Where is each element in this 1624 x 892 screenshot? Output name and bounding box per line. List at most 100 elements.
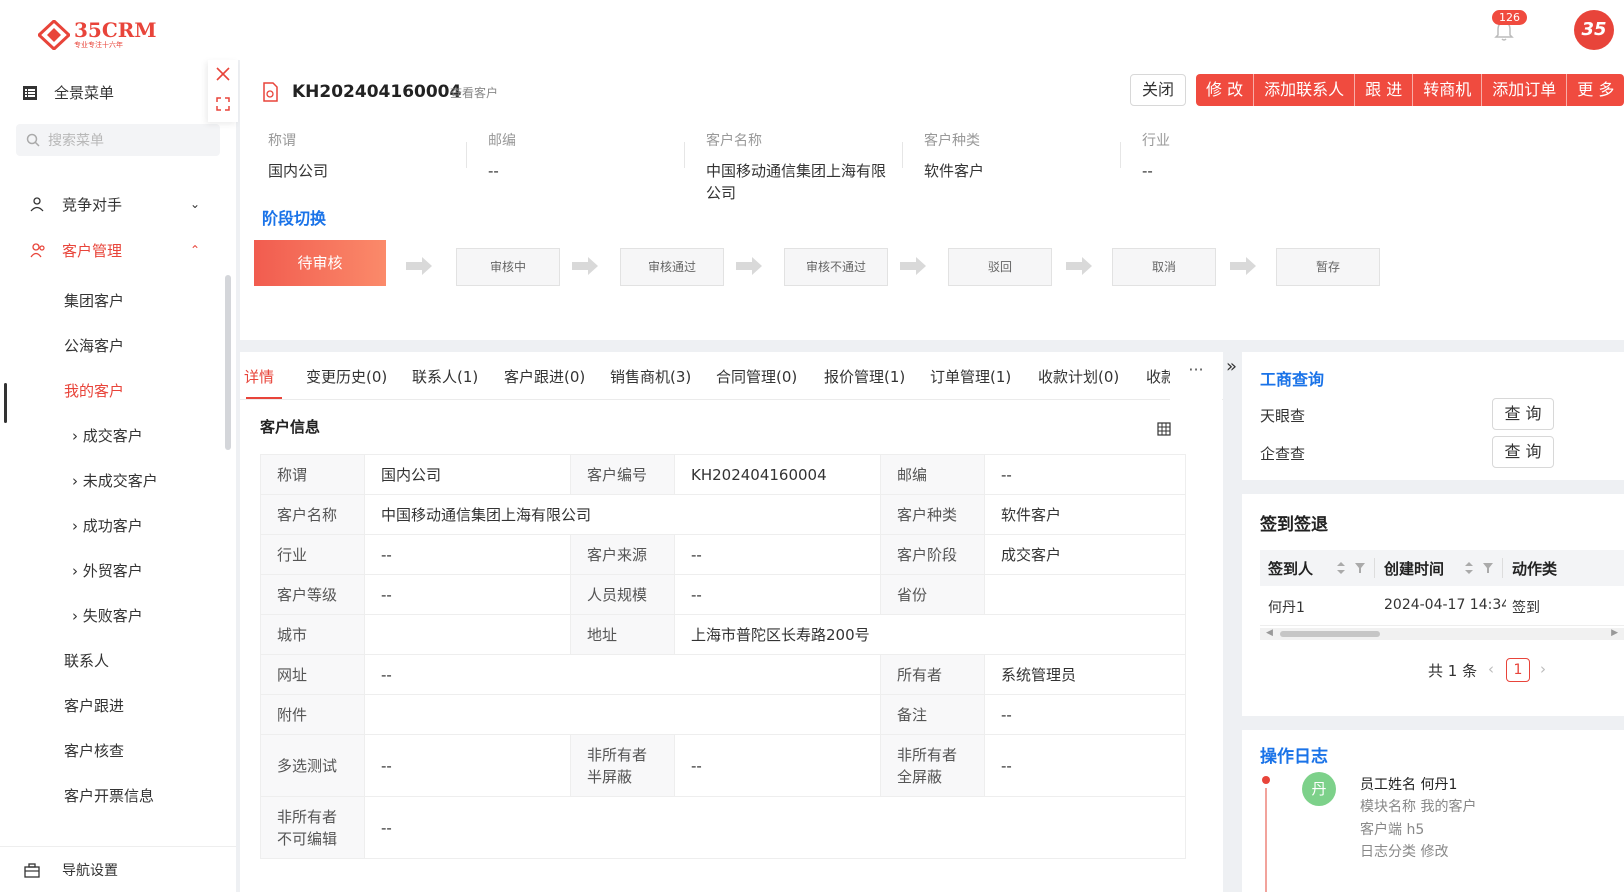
menu-all-button[interactable]: 全景菜单 xyxy=(22,82,114,103)
column-header[interactable]: 签到人 xyxy=(1268,558,1313,579)
log-entry-line: 员工姓名 何丹1 xyxy=(1360,774,1457,794)
next-page-icon[interactable]: › xyxy=(1540,660,1546,678)
cell-label: 客户阶段 xyxy=(880,534,985,575)
sidebar-item-undeal-customer[interactable]: › 未成交客户 xyxy=(72,470,158,491)
user-avatar[interactable]: 35 xyxy=(1574,10,1614,50)
sidebar-item-customer-check[interactable]: 客户核查 xyxy=(64,740,124,761)
sidebar-item-group-customer[interactable]: 集团客户 xyxy=(64,290,124,311)
field-label: 邮编 xyxy=(488,133,516,149)
stage-draft[interactable]: 暂存 xyxy=(1276,248,1380,286)
column-header[interactable]: 创建时间 xyxy=(1384,558,1444,579)
tab-contracts[interactable]: 合同管理(0) xyxy=(716,366,797,387)
owner-link[interactable]: 系统管理员 xyxy=(984,654,1186,695)
cell-label: 网址 xyxy=(260,654,365,695)
table-row[interactable]: 何丹1 2024-04-17 14:34:5 签到 xyxy=(1260,586,1624,626)
scroll-right-icon[interactable]: ▶ xyxy=(1611,628,1618,638)
cell-label: 人员规模 xyxy=(570,574,675,615)
chevron-down-icon: ⌄ xyxy=(190,197,201,211)
filter-icon[interactable] xyxy=(1354,562,1366,574)
stage-pending-review[interactable]: 待审核 xyxy=(254,240,386,286)
nav-setting-button[interactable]: 导航设置 xyxy=(0,846,236,892)
sidebar-item-label: 失败客户 xyxy=(82,607,143,625)
menu-search-input[interactable]: 搜索菜单 xyxy=(16,124,220,156)
cell-value: -- xyxy=(364,574,571,615)
filter-icon[interactable] xyxy=(1482,562,1494,574)
tab-detail[interactable]: 详情 xyxy=(244,366,274,387)
log-key: 模块名称 xyxy=(1360,799,1416,815)
sidebar-item-customer-followup[interactable]: 客户跟进 xyxy=(64,695,124,716)
table-layout-icon[interactable] xyxy=(1157,422,1171,436)
business-query-panel: 工商查询 天眼查 查 询 企查查 查 询 xyxy=(1242,352,1624,480)
sidebar-item-foreign-customer[interactable]: › 外贸客户 xyxy=(72,560,143,581)
sidebar: 全景菜单 搜索菜单 竞争对手 ⌄ 客户管理 ⌃ 集团客户 公海客户 我的客户 ›… xyxy=(0,60,236,892)
field-value: 国内公司 xyxy=(268,162,329,180)
stage-reviewing[interactable]: 审核中 xyxy=(456,248,560,286)
log-avatar: 丹 xyxy=(1302,772,1336,806)
cell-label: 客户等级 xyxy=(260,574,365,615)
sidebar-item-customer-management[interactable]: 客户管理 ⌃ xyxy=(0,230,220,270)
stage-cancelled[interactable]: 取消 xyxy=(1112,248,1216,286)
query-tianyancha-button[interactable]: 查 询 xyxy=(1492,398,1554,430)
add-order-button[interactable]: 添加订单 xyxy=(1482,74,1568,106)
fullscreen-icon[interactable] xyxy=(215,96,231,112)
query-qichacha-button[interactable]: 查 询 xyxy=(1492,436,1554,468)
log-value: 何丹1 xyxy=(1420,777,1458,793)
customer-header-card: KH202404160004 查看客户 关闭 修 改 添加联系人 跟 进 转商机… xyxy=(240,60,1624,340)
log-value: 修改 xyxy=(1420,844,1449,860)
stage-rejected[interactable]: 审核不通过 xyxy=(784,248,888,286)
horizontal-scrollbar[interactable]: ◀ ▶ xyxy=(1260,628,1624,640)
pagination-current-page[interactable]: 1 xyxy=(1506,658,1530,682)
sidebar-scrollbar[interactable] xyxy=(225,275,231,450)
tab-orders[interactable]: 订单管理(1) xyxy=(930,366,1011,387)
field-value: -- xyxy=(488,162,499,180)
tab-followup[interactable]: 客户跟进(0) xyxy=(504,366,585,387)
sidebar-item-contacts[interactable]: 联系人 xyxy=(64,650,109,671)
log-entry-line: 客户端 h5 xyxy=(1360,819,1424,839)
double-chevron-right-icon[interactable]: » xyxy=(1226,356,1237,377)
nav-setting-label: 导航设置 xyxy=(62,862,118,879)
sidebar-item-invoice-info[interactable]: 客户开票信息 xyxy=(64,785,154,806)
stage-returned[interactable]: 驳回 xyxy=(948,248,1052,286)
more-button[interactable]: 更 多 xyxy=(1567,74,1624,106)
sidebar-item-public-customer[interactable]: 公海客户 xyxy=(64,335,124,356)
table-row: 行业 -- 客户来源 -- 客户阶段 成交客户 xyxy=(260,534,1186,575)
sign-in-title: 签到签退 xyxy=(1260,515,1328,535)
add-contact-button[interactable]: 添加联系人 xyxy=(1254,74,1356,106)
sidebar-item-competitor[interactable]: 竞争对手 ⌄ xyxy=(0,184,220,224)
sidebar-item-success-customer[interactable]: › 成功客户 xyxy=(72,515,143,536)
sidebar-item-my-customer[interactable]: 我的客户 xyxy=(64,380,124,401)
convert-opportunity-button[interactable]: 转商机 xyxy=(1413,74,1483,106)
close-icon[interactable] xyxy=(215,66,231,82)
cell-label: 非所有者 半屏蔽 xyxy=(570,734,675,797)
sort-icon[interactable] xyxy=(1336,561,1346,575)
followup-button[interactable]: 跟 进 xyxy=(1355,74,1414,106)
sort-icon[interactable] xyxy=(1464,561,1474,575)
tab-payment-plan[interactable]: 收款计划(0) xyxy=(1038,366,1119,387)
column-header[interactable]: 动作类 xyxy=(1512,558,1557,579)
arrow-right-icon xyxy=(900,257,926,275)
cell-value: -- xyxy=(674,574,881,615)
field-value: 软件客户 xyxy=(924,162,985,180)
scroll-left-icon[interactable]: ◀ xyxy=(1266,628,1273,638)
stage-approved[interactable]: 审核通过 xyxy=(620,248,724,286)
query-label-tianyancha: 天眼查 xyxy=(1260,407,1306,425)
menu-all-label: 全景菜单 xyxy=(54,84,115,102)
cell-value xyxy=(364,614,571,655)
chevron-right-icon: › xyxy=(72,562,83,580)
sidebar-item-failed-customer[interactable]: › 失败客户 xyxy=(72,605,143,626)
chevron-up-icon: ⌃ xyxy=(190,243,201,257)
scroll-thumb[interactable] xyxy=(1280,631,1380,637)
tab-quotes[interactable]: 报价管理(1) xyxy=(824,366,905,387)
cell-value: 上海市普陀区长寿路200号 xyxy=(674,614,1186,655)
tabs-more-button[interactable]: ··· xyxy=(1170,352,1222,400)
pagination-total: 共 1 条 xyxy=(1428,662,1478,680)
close-button[interactable]: 关闭 xyxy=(1130,74,1186,106)
prev-page-icon[interactable]: ‹ xyxy=(1488,660,1494,678)
tab-opportunities[interactable]: 销售商机(3) xyxy=(610,366,691,387)
view-label: 查看客户 xyxy=(450,86,499,100)
brand-logo[interactable]: 35CRM 专业专注十六年 xyxy=(38,18,157,52)
tab-change-history[interactable]: 变更历史(0) xyxy=(306,366,387,387)
sidebar-item-deal-customer[interactable]: › 成交客户 xyxy=(72,425,143,446)
tab-contacts[interactable]: 联系人(1) xyxy=(412,366,478,387)
edit-button[interactable]: 修 改 xyxy=(1196,74,1255,106)
